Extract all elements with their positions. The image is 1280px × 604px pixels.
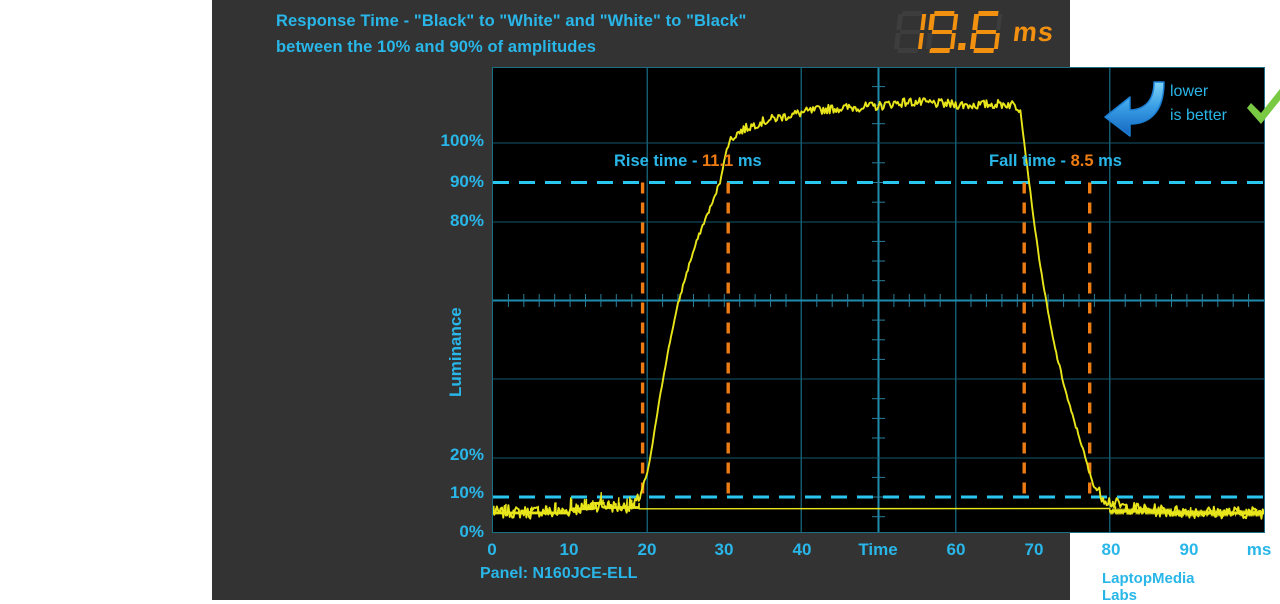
fall-time-prefix: Fall time -	[989, 152, 1071, 170]
plot-area: Rise time - 11.1 ms Fall time - 8.5 ms l…	[492, 67, 1280, 533]
screenshot-root: Response Time - "Black" to "White" and "…	[0, 0, 1280, 604]
y-tick-80: 80%	[449, 211, 484, 230]
panel-model-label: Panel: N160JCE-ELL	[480, 565, 638, 582]
brand-label: LaptopMedia Labs	[1102, 570, 1195, 604]
rise-time-annotation: Rise time - 11.1 ms	[614, 152, 762, 171]
rise-time-prefix: Rise time -	[614, 152, 703, 170]
chart-title: Response Time - "Black" to "White" and "…	[276, 12, 747, 56]
chart-card: Response Time - "Black" to "White" and "…	[212, 0, 1280, 604]
x-tick-10: 10	[559, 540, 579, 559]
x-tick-70: 70	[1024, 540, 1044, 559]
fall-time-annotation: Fall time - 8.5 ms	[989, 152, 1122, 171]
y-tick-20: 20%	[449, 445, 484, 464]
y-tick-90: 90%	[449, 172, 484, 191]
down-arrow-icon	[1104, 81, 1165, 137]
x-tick-30: 30	[714, 540, 734, 559]
x-tick-60: 60	[946, 540, 966, 559]
readout-digit-1	[892, 10, 927, 54]
rise-time-suffix: ms	[733, 152, 762, 170]
x-tick-20: 20	[637, 540, 657, 559]
readout-unit: ms	[1011, 16, 1056, 47]
x-unit-label: ms	[1246, 540, 1272, 559]
y-tick-100: 100%	[440, 131, 484, 150]
x-tick-0: 0	[487, 540, 497, 559]
badge-label: lower is better	[1170, 83, 1227, 124]
fall-time-suffix: ms	[1093, 152, 1122, 170]
readout-digit-6	[968, 10, 1003, 54]
fall-time-value: 8.5	[1070, 152, 1094, 170]
y-tick-0: 0%	[459, 522, 484, 541]
x-axis-title: Time	[858, 540, 898, 559]
readout-digit-9	[924, 10, 959, 54]
lower-is-better-badge: lower is better	[1096, 76, 1280, 138]
x-tick-40: 40	[792, 540, 812, 559]
y-axis-title: Luminance	[446, 307, 465, 397]
check-icon	[1247, 89, 1280, 124]
response-markers	[640, 182, 1092, 497]
x-tick-90: 90	[1179, 540, 1199, 559]
rise-time-value: 11.1	[702, 152, 734, 170]
response-time-readout: ms	[878, 8, 1056, 56]
y-tick-10: 10%	[449, 483, 484, 502]
x-tick-80: 80	[1101, 540, 1121, 559]
